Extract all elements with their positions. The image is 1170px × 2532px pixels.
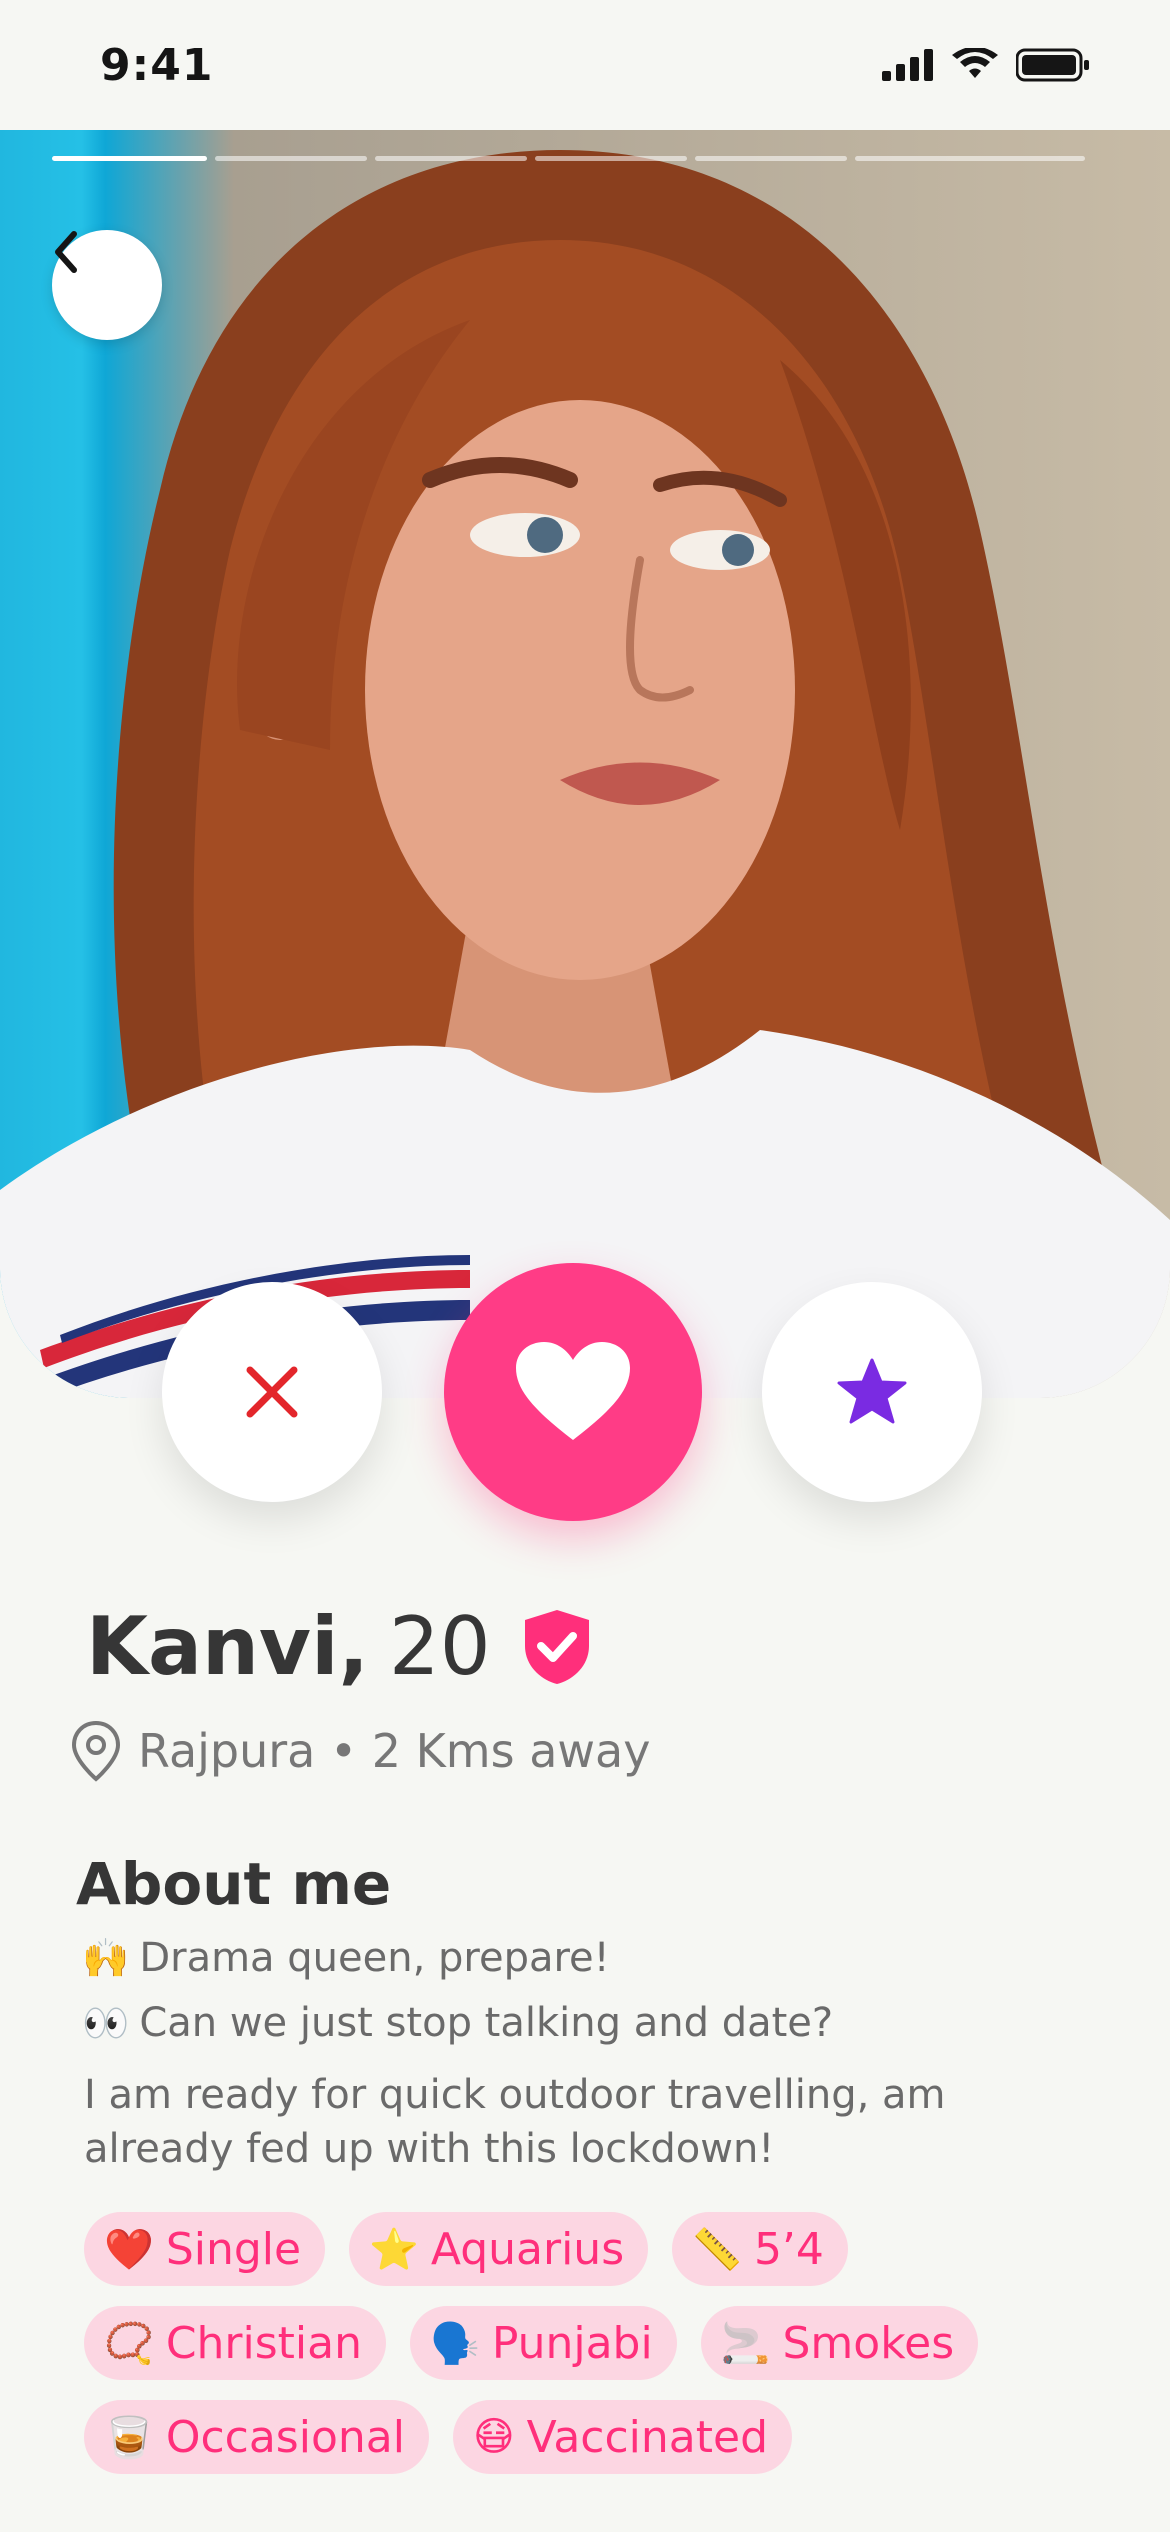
star-icon: ⭐ bbox=[369, 2226, 419, 2273]
profile-name-row: Kanvi, 20 bbox=[86, 1600, 593, 1693]
like-button[interactable] bbox=[444, 1263, 702, 1521]
tag-smokes: 🚬 Smokes bbox=[700, 2306, 979, 2380]
progress-segment bbox=[535, 156, 687, 161]
progress-segment bbox=[215, 156, 367, 161]
tag-aquarius: ⭐ Aquarius bbox=[349, 2212, 649, 2286]
progress-segment bbox=[855, 156, 1085, 161]
location-row: Rajpura • 2 Kms away bbox=[70, 1720, 650, 1782]
close-icon bbox=[246, 1366, 298, 1418]
status-icons bbox=[882, 48, 1090, 82]
about-title: About me bbox=[76, 1850, 392, 1918]
battery-icon bbox=[1016, 48, 1089, 82]
tag-vaccinated: 😷 Vaccinated bbox=[452, 2400, 792, 2474]
super-like-button[interactable] bbox=[762, 1282, 982, 1502]
tag-punjabi: 🗣️ Punjabi bbox=[410, 2306, 677, 2380]
dislike-button[interactable] bbox=[162, 1282, 382, 1502]
portrait-illustration bbox=[0, 150, 1170, 1398]
tag-christian: 📿 Christian bbox=[84, 2306, 386, 2380]
tag-label: Occasional bbox=[165, 2411, 405, 2463]
tag-height: 📏 5’4 bbox=[672, 2212, 848, 2286]
wifi-icon bbox=[952, 48, 998, 78]
mask-face-icon: 😷 bbox=[472, 2414, 515, 2460]
tag-single: ❤️ Single bbox=[84, 2212, 326, 2286]
tag-label: Christian bbox=[165, 2317, 362, 2369]
star-icon bbox=[837, 1358, 907, 1424]
cigarette-icon: 🚬 bbox=[720, 2320, 771, 2367]
profile-age: 20 bbox=[388, 1600, 491, 1693]
heart-icon bbox=[516, 1342, 630, 1440]
status-time: 9:41 bbox=[100, 40, 214, 91]
progress-segment bbox=[375, 156, 527, 161]
profile-photo[interactable] bbox=[0, 130, 1170, 1398]
photo-progress bbox=[52, 156, 1085, 161]
about-line: 👀 Can we just stop talking and date? bbox=[82, 2000, 833, 2046]
about-paragraph: I am ready for quick outdoor travelling,… bbox=[84, 2072, 946, 2172]
drink-glass-icon: 🥃 bbox=[104, 2414, 154, 2461]
tag-occasional: 🥃 Occasional bbox=[84, 2400, 429, 2474]
tag-label: Aquarius bbox=[430, 2223, 625, 2275]
back-button[interactable] bbox=[52, 230, 162, 340]
prayer-beads-icon: 📿 bbox=[104, 2320, 154, 2367]
heart-icon: ❤️ bbox=[104, 2226, 154, 2273]
speaking-head-icon: 🗣️ bbox=[430, 2320, 480, 2367]
about-line-text: Can we just stop talking and date? bbox=[139, 2000, 834, 2046]
progress-segment bbox=[695, 156, 847, 161]
ruler-icon: 📏 bbox=[692, 2226, 742, 2273]
eyes-icon: 👀 bbox=[82, 2000, 130, 2045]
profile-name: Kanvi, bbox=[86, 1600, 369, 1693]
progress-segment bbox=[52, 156, 207, 161]
chevron-left-icon bbox=[55, 231, 77, 273]
interest-tags: ❤️ Single ⭐ Aquarius 📏 5’4 📿 Christian 🗣… bbox=[84, 2212, 1104, 2494]
tag-label: Single bbox=[165, 2223, 302, 2275]
tag-label: Vaccinated bbox=[526, 2411, 768, 2463]
location-text: Rajpura • 2 Kms away bbox=[138, 1724, 651, 1778]
tag-label: Punjabi bbox=[491, 2317, 653, 2369]
tag-label: 5’4 bbox=[753, 2223, 824, 2275]
location-pin-icon bbox=[71, 1720, 121, 1782]
verified-badge-icon bbox=[524, 1609, 589, 1684]
raising-hands-icon: 🙌 bbox=[82, 1935, 130, 1980]
about-line-text: Drama queen, prepare! bbox=[139, 1935, 610, 1981]
signal-icon bbox=[882, 49, 933, 81]
tag-label: Smokes bbox=[782, 2317, 955, 2369]
status-bar: 9:41 bbox=[0, 0, 1170, 130]
about-line: 🙌 Drama queen, prepare! bbox=[82, 1935, 610, 1981]
